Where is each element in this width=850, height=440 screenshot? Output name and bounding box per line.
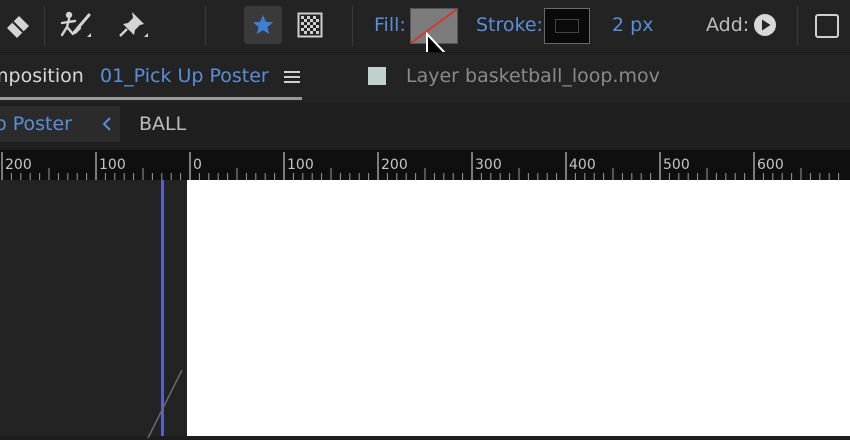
stroke-width-value[interactable]: 2 px [612, 14, 653, 36]
tab-layer[interactable]: Layer basketball_loop.mov [368, 53, 668, 103]
play-circle-icon [754, 14, 776, 36]
breadcrumb-current[interactable]: Jp Poster [0, 106, 120, 142]
horizontal-ruler[interactable]: 200 100 0 100 200 300 400 500 600 [0, 150, 850, 180]
ruler-label: 300 [475, 157, 502, 173]
fill-label[interactable]: Fill: [374, 14, 406, 36]
checkerboard-icon [297, 12, 323, 38]
roto-brush-tool-button[interactable] [54, 6, 96, 44]
toolbar-separator [352, 6, 353, 46]
toolbar-separator [44, 6, 45, 46]
ruler-label: 400 [569, 157, 596, 173]
add-label[interactable]: Add: [706, 14, 749, 36]
pushpin-icon [119, 12, 148, 37]
toolbar-separator [797, 6, 798, 46]
hamburger-menu-icon[interactable] [284, 69, 300, 85]
tab-composition-prefix: mposition [0, 65, 84, 87]
ruler-label: 100 [287, 157, 314, 173]
shape-tool-button[interactable] [244, 6, 282, 44]
motion-path-line [147, 369, 183, 439]
toolbar: Fill: Stroke: 2 px Add: [0, 0, 850, 67]
ruler-ticks: 200 100 0 100 200 300 400 500 600 [1, 152, 840, 180]
transparency-grid-button[interactable] [292, 6, 328, 44]
ruler-label: 200 [5, 157, 32, 173]
ruler-label: 500 [663, 157, 690, 173]
add-button[interactable] [752, 12, 778, 38]
panel-tabs: mposition 01_Pick Up Poster Layer basket… [0, 52, 850, 103]
puppet-pin-tool-button[interactable] [112, 6, 154, 44]
breadcrumb-next[interactable]: BALL [139, 113, 186, 135]
ruler-label: 0 [193, 157, 202, 173]
stroke-swatch[interactable] [544, 8, 590, 44]
stroke-label[interactable]: Stroke: [476, 14, 543, 36]
eraser-icon [7, 16, 29, 38]
breadcrumb-current-label: Jp Poster [0, 113, 72, 135]
composition-canvas[interactable] [187, 180, 850, 436]
tab-composition[interactable]: mposition 01_Pick Up Poster [0, 53, 302, 103]
active-tab-underline [0, 97, 302, 100]
composition-viewer[interactable] [0, 180, 850, 439]
roto-brush-icon [60, 11, 91, 37]
tab-composition-name: 01_Pick Up Poster [100, 65, 269, 87]
chevron-left-icon [102, 117, 111, 131]
ruler-label: 600 [757, 157, 784, 173]
stroke-swatch-inner [555, 19, 579, 33]
ruler-label: 100 [99, 157, 126, 173]
ruler-label: 200 [381, 157, 408, 173]
layer-color-swatch [368, 67, 386, 85]
tab-layer-label: Layer basketball_loop.mov [406, 65, 660, 87]
eraser-tool-button[interactable] [0, 6, 36, 44]
star-icon [253, 15, 273, 34]
composition-breadcrumbs: Jp Poster BALL [0, 102, 850, 147]
toolbar-separator [205, 6, 206, 46]
bezier-checkbox[interactable] [815, 14, 839, 38]
